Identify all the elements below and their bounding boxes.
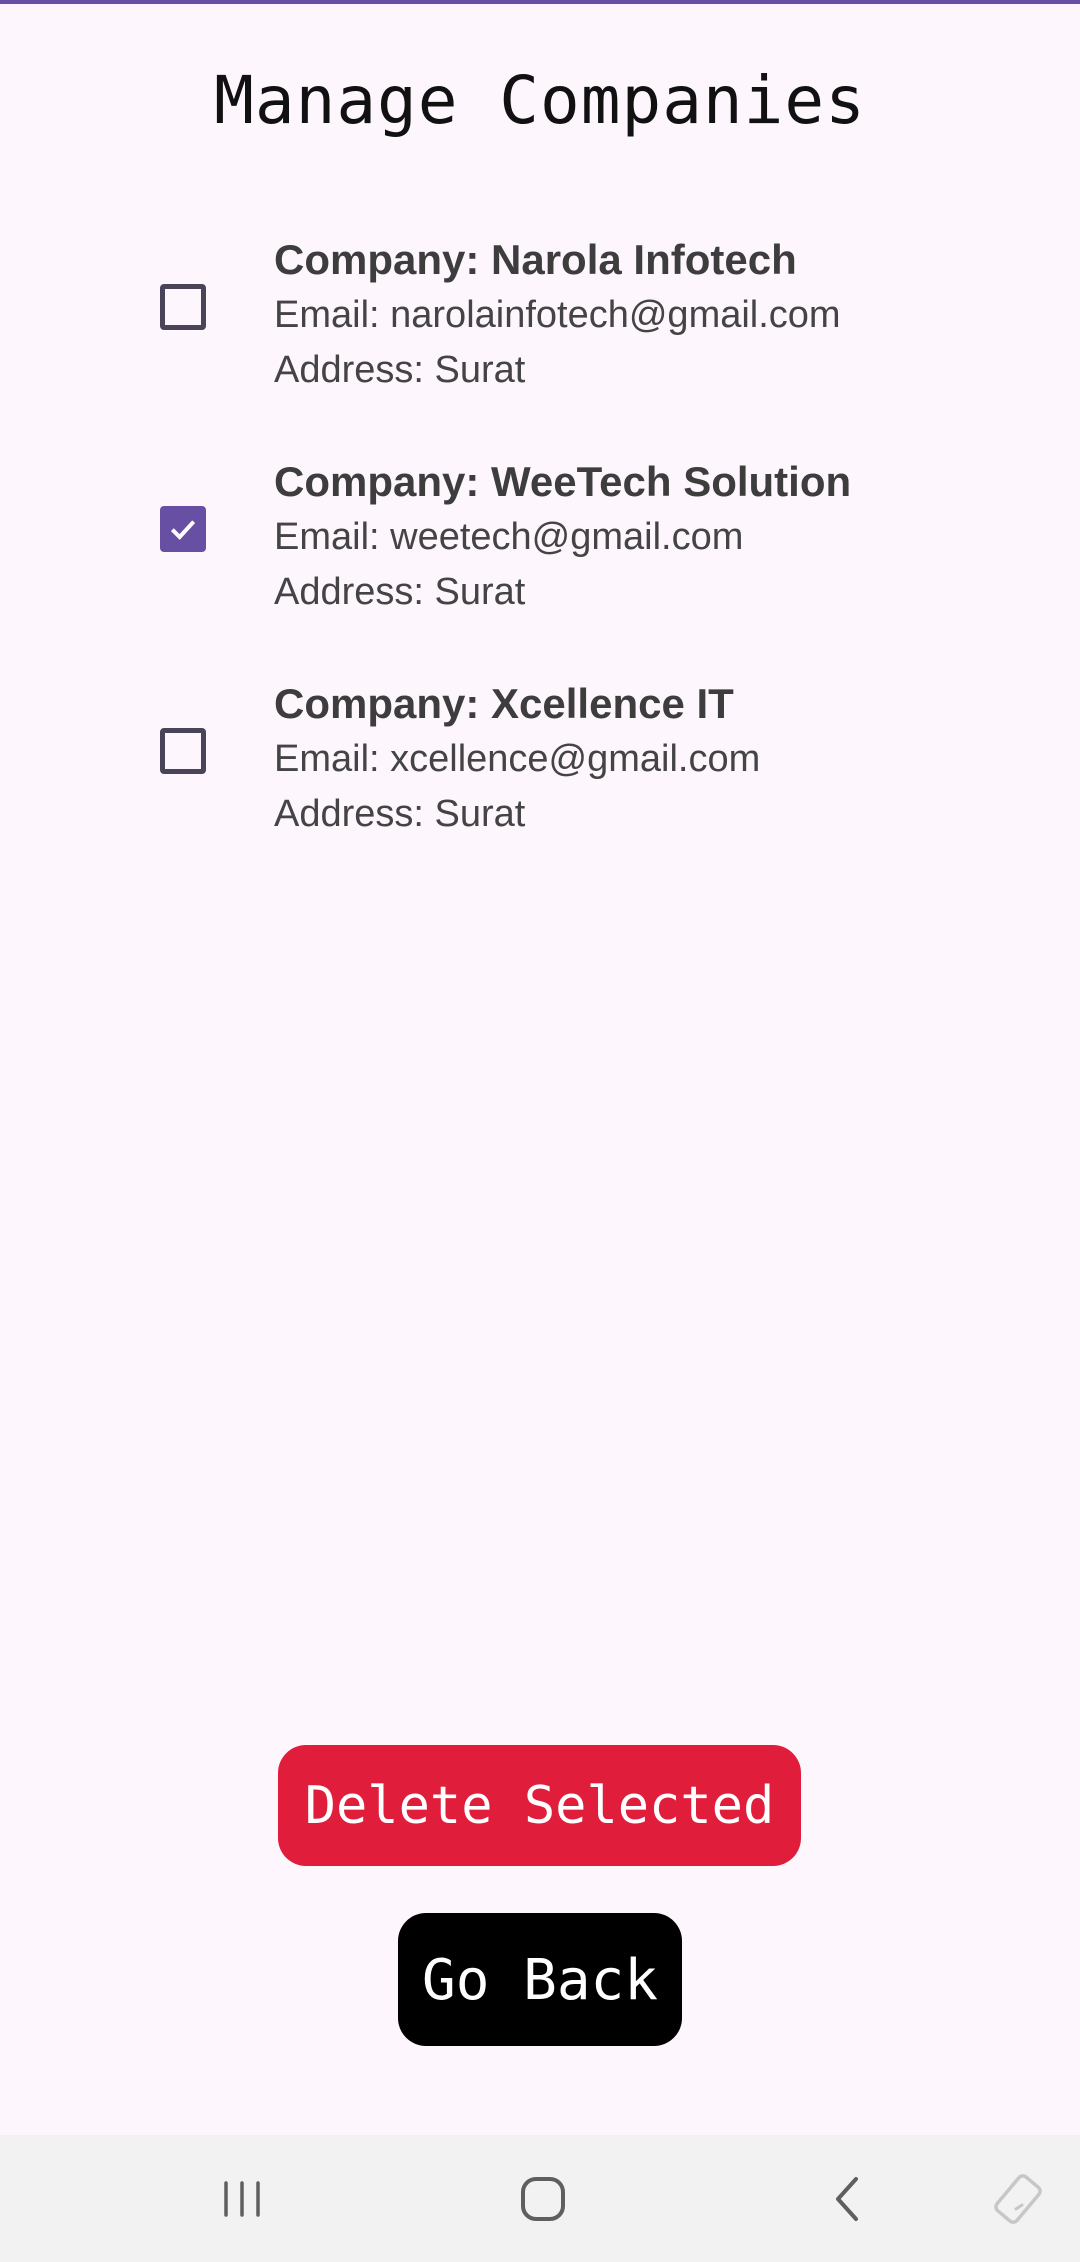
company-name: Company: WeeTech Solution [274, 458, 852, 505]
company-email: Email: narolainfotech@gmail.com [274, 294, 841, 336]
company-info: Company: WeeTech Solution Email: weetech… [274, 454, 851, 620]
checkmark-icon [170, 520, 196, 540]
company-email: Email: xcellence@gmail.com [274, 738, 761, 780]
company-checkbox[interactable] [160, 506, 206, 552]
list-item: Company: WeeTech Solution Email: weetech… [0, 444, 1080, 666]
list-item: Company: Narola Infotech Email: narolain… [0, 222, 1080, 444]
company-address: Address: Surat [274, 793, 526, 835]
company-checkbox[interactable] [160, 284, 206, 330]
page-title: Manage Companies [214, 62, 866, 139]
company-email: Email: weetech@gmail.com [274, 516, 744, 558]
back-icon[interactable] [820, 2171, 876, 2227]
system-nav-bar [0, 2135, 1080, 2262]
top-accent-bar [0, 0, 1080, 4]
company-info: Company: Narola Infotech Email: narolain… [274, 232, 841, 398]
home-icon[interactable] [515, 2171, 571, 2227]
company-name: Company: Xcellence IT [274, 680, 734, 727]
rotate-icon[interactable] [990, 2171, 1046, 2227]
go-back-button[interactable]: Go Back [398, 1913, 682, 2046]
company-address: Address: Surat [274, 349, 526, 391]
company-address: Address: Surat [274, 571, 526, 613]
company-list: Company: Narola Infotech Email: narolain… [0, 222, 1080, 888]
list-item: Company: Xcellence IT Email: xcellence@g… [0, 666, 1080, 888]
delete-selected-button[interactable]: Delete Selected [278, 1745, 801, 1866]
company-info: Company: Xcellence IT Email: xcellence@g… [274, 676, 760, 842]
company-name: Company: Narola Infotech [274, 236, 797, 283]
recent-apps-icon[interactable] [214, 2171, 270, 2227]
company-checkbox[interactable] [160, 728, 206, 774]
